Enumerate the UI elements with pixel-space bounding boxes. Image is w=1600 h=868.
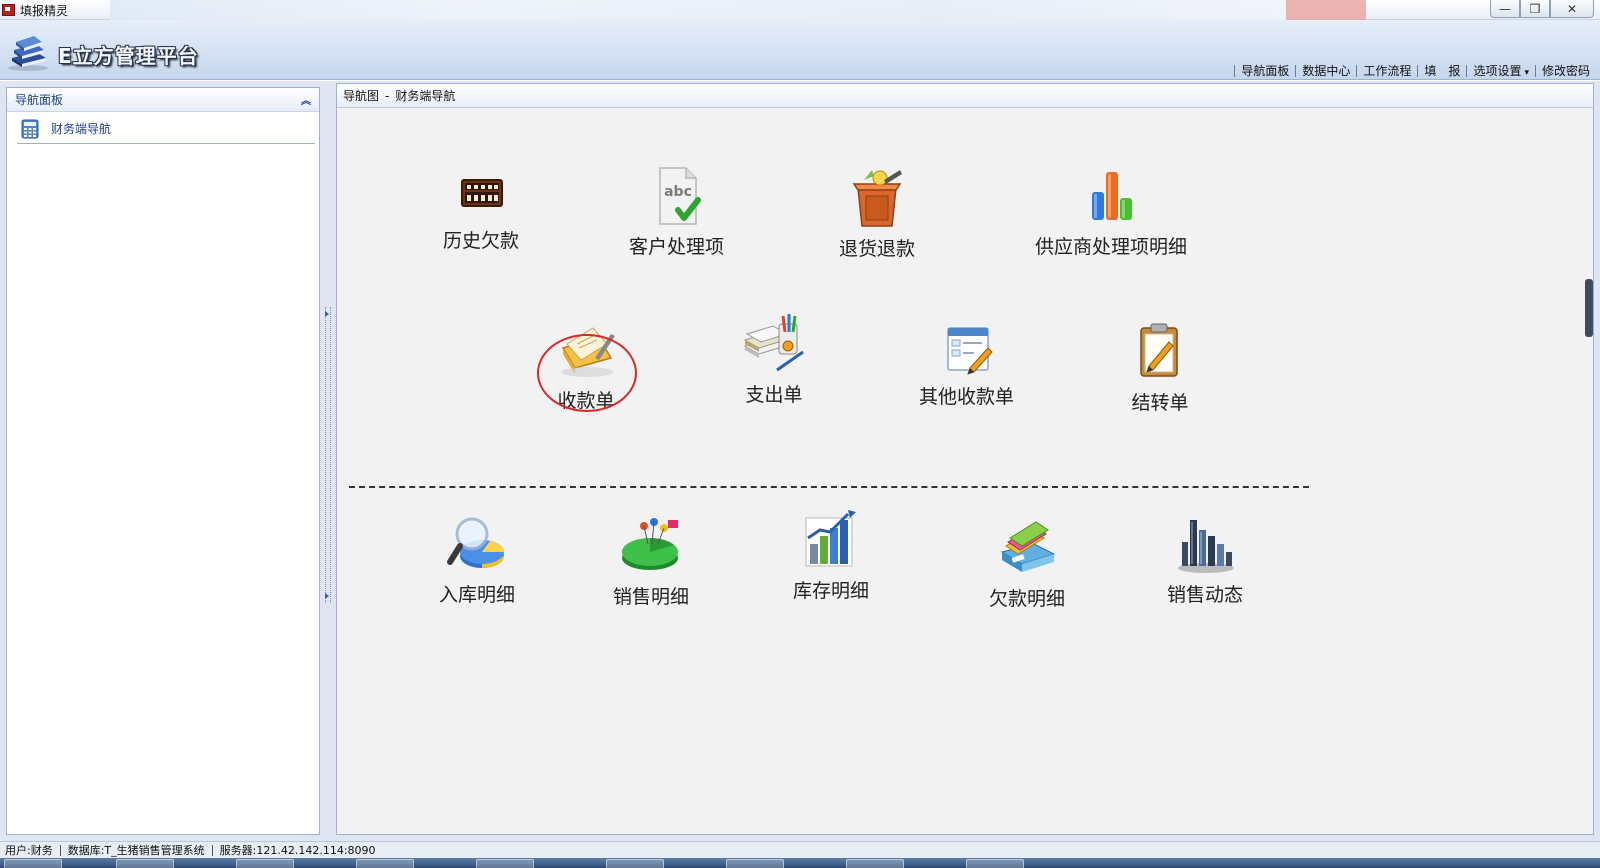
nav-separator [1295, 64, 1297, 77]
close-button[interactable]: ✕ [1550, 0, 1594, 18]
collapse-icon[interactable]: ︽ [301, 92, 311, 107]
svg-text:abc: abc [664, 184, 692, 200]
return-box-icon [852, 170, 902, 227]
navigation-map: 历史欠款 abc 客户处理项 退货退款 供应商处理项明细 收款单 支出单 其他收… [337, 108, 1593, 834]
tile-label: 退货退款 [839, 238, 916, 260]
section-divider [349, 486, 1309, 488]
taskbar-item[interactable] [606, 859, 664, 868]
nav-separator [1234, 64, 1236, 77]
money-stack-icon [743, 314, 804, 372]
splitter-grip[interactable] [325, 307, 331, 603]
taskbar-item[interactable] [4, 859, 62, 868]
nav-data-center[interactable]: 数据中心 [1302, 62, 1350, 79]
tile-label: 其他收款单 [919, 386, 1015, 408]
breadcrumb-separator: - [385, 88, 390, 103]
panel-splitter[interactable] [324, 87, 332, 835]
status-server: 服务器:121.42.142.114:8090 [219, 844, 376, 857]
tile-inventory-detail[interactable]: 库存明细 [793, 508, 869, 603]
tile-label: 库存明细 [793, 580, 870, 602]
tile-label: 历史欠款 [443, 230, 520, 252]
taskbar-item[interactable] [236, 859, 294, 868]
nav-workflow[interactable]: 工作流程 [1363, 62, 1411, 79]
growth-chart-icon [805, 510, 856, 567]
tile-expense[interactable]: 支出单 [741, 312, 807, 407]
nav-separator [1356, 64, 1358, 77]
nav-fill-report[interactable]: 填 报 [1424, 62, 1460, 79]
breadcrumb-current: 财务端导航 [395, 89, 456, 103]
window-title: 填报精灵 [20, 4, 69, 18]
taskbar-item[interactable] [726, 859, 784, 868]
top-navigation: 导航面板 数据中心 工作流程 填 报 选项设置 ▾ 修改密码 [1228, 62, 1590, 79]
app-icon [2, 4, 15, 16]
nav-separator [1534, 64, 1536, 77]
tile-sales-trend[interactable]: 销售动态 [1167, 512, 1243, 607]
sidebar-item-finance-navigation[interactable]: 财务端导航 [17, 114, 315, 144]
file-drawer-icon [1000, 521, 1056, 572]
breadcrumb: 导航图 - 财务端导航 [337, 84, 1593, 108]
tile-return-refund[interactable]: 退货退款 [839, 166, 915, 261]
nav-separator [1417, 64, 1419, 77]
status-database: 数据库:T_生猪销售管理系统 [67, 844, 205, 857]
nav-separator [1466, 64, 1468, 77]
chevron-down-icon: ▾ [1524, 68, 1529, 78]
tile-sales-detail[interactable]: 销售明细 [613, 514, 689, 609]
panel-header[interactable]: 导航面板 ︽ [7, 88, 319, 112]
magnifier-pie-icon [447, 517, 504, 568]
spellcheck-document-icon: abc [658, 167, 701, 225]
tile-label: 入库明细 [439, 584, 516, 606]
sidebar-item-label: 财务端导航 [51, 122, 112, 136]
taskbar-item[interactable] [476, 859, 534, 868]
window-title-bar: 填报精灵 — ❐ ✕ [0, 0, 1600, 20]
books-logo-icon [8, 36, 48, 71]
status-user: 用户:财务 [5, 844, 53, 857]
pie-chart-icon [622, 518, 678, 570]
window-controls: — ❐ ✕ [1490, 0, 1594, 18]
form-edit-icon [946, 327, 993, 375]
nav-change-password[interactable]: 修改密码 [1542, 62, 1590, 79]
status-separator [59, 844, 61, 856]
taskbar-item[interactable] [116, 859, 174, 868]
taskbar-item[interactable] [356, 859, 414, 868]
restore-button[interactable]: ❐ [1520, 0, 1550, 18]
tile-label: 欠款明细 [989, 588, 1066, 610]
tile-supplier-items-detail[interactable]: 供应商处理项明细 [1035, 164, 1187, 259]
abacus-icon [461, 179, 503, 207]
tile-other-receipt[interactable]: 其他收款单 [919, 314, 1014, 409]
status-separator [211, 844, 213, 856]
tile-label: 销售动态 [1167, 584, 1244, 606]
status-bar: 用户:财务 数据库:T_生猪销售管理系统 服务器:121.42.142.114:… [0, 841, 1600, 858]
obscured-red-tab [1286, 0, 1366, 20]
minimize-button[interactable]: — [1490, 0, 1520, 18]
app-header: E立方管理平台 导航面板 数据中心 工作流程 填 报 选项设置 ▾ 修改密码 [0, 20, 1600, 80]
os-taskbar [0, 858, 1600, 868]
tile-transfer[interactable]: 结转单 [1127, 320, 1193, 415]
nav-options[interactable]: 选项设置 ▾ [1473, 62, 1529, 79]
obscured-tab-strip [110, 0, 1290, 20]
bar-graph-3d-icon [1178, 520, 1234, 573]
nav-options-label: 选项设置 [1473, 64, 1522, 78]
highlight-circle [537, 334, 637, 412]
bar-chart-icon [1092, 172, 1132, 220]
tile-label: 结转单 [1131, 392, 1189, 414]
nav-navigation-panel[interactable]: 导航面板 [1241, 62, 1289, 79]
tile-label: 销售明细 [613, 586, 690, 608]
tile-label: 支出单 [745, 384, 803, 406]
panel-title: 导航面板 [15, 93, 64, 107]
main-area: 导航面板 ︽ 财务端导航 导航图 - 财务端导航 历史欠款 abc 客户处理项 … [0, 81, 1600, 841]
scrollbar-thumb[interactable] [1585, 279, 1593, 337]
tile-history-debt[interactable]: 历史欠款 [443, 158, 519, 253]
tile-customer-items[interactable]: abc 客户处理项 [629, 164, 724, 259]
tile-stock-in-detail[interactable]: 入库明细 [439, 512, 515, 607]
tile-label: 客户处理项 [629, 236, 725, 258]
taskbar-item[interactable] [846, 859, 904, 868]
tile-debt-detail[interactable]: 欠款明细 [989, 516, 1065, 611]
tile-label: 供应商处理项明细 [1035, 236, 1188, 258]
taskbar-item[interactable] [966, 859, 1024, 868]
navigation-panel: 导航面板 ︽ 财务端导航 [6, 87, 320, 835]
content-panel: 导航图 - 财务端导航 历史欠款 abc 客户处理项 退货退款 供应商处理项明细… [336, 83, 1594, 835]
calculator-icon [21, 119, 39, 138]
clipboard-pen-icon [1140, 323, 1178, 377]
breadcrumb-root: 导航图 [343, 89, 380, 103]
brand-title: E立方管理平台 [58, 44, 199, 68]
